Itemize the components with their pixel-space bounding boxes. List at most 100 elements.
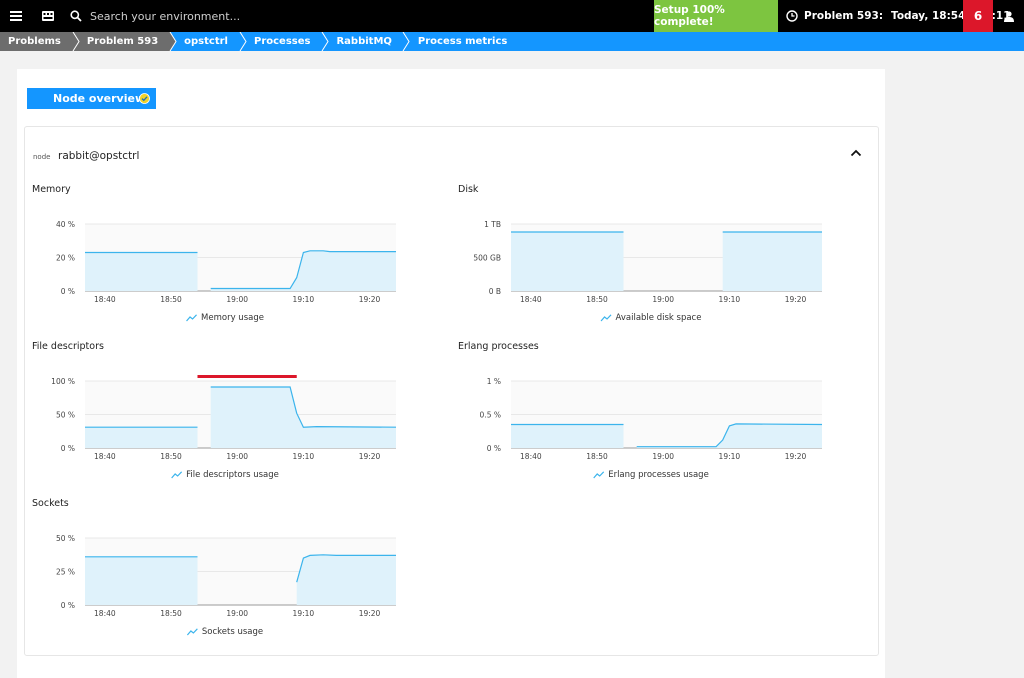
- x-tick-label: 19:10: [293, 452, 315, 461]
- x-tick-label: 19:10: [719, 452, 741, 461]
- legend-label: Erlang processes usage: [608, 470, 709, 480]
- series-area: [296, 554, 396, 605]
- x-tick-label: 19:10: [719, 295, 741, 304]
- x-tick-label: 18:50: [586, 452, 608, 461]
- series-area: [85, 427, 198, 448]
- y-tick-label: 25 %: [56, 568, 75, 577]
- y-tick-label: 20 %: [56, 254, 75, 263]
- y-tick-label: 0 %: [487, 444, 501, 453]
- x-tick-label: 19:00: [652, 295, 674, 304]
- erlang-processes-chart-title: Erlang processes: [458, 341, 539, 352]
- problem-range-marker: [197, 375, 297, 378]
- disk-legend[interactable]: Available disk space: [600, 313, 701, 323]
- breadcrumb-processes[interactable]: Processes: [239, 32, 323, 51]
- series-area: [511, 232, 624, 291]
- chevron-up-icon[interactable]: [850, 149, 862, 157]
- problem-count-badge[interactable]: 6: [963, 0, 993, 32]
- x-tick-label: 19:20: [785, 295, 807, 304]
- x-tick-label: 19:20: [359, 452, 381, 461]
- x-tick-label: 18:50: [160, 452, 182, 461]
- top-bar: Setup 100% complete! Problem 593: Today,…: [0, 0, 1024, 32]
- y-tick-label: 0.5 %: [480, 411, 501, 420]
- y-tick-label: 0 B: [489, 287, 501, 296]
- sockets-chart: 50 % 25 % 0 % 18:40 18:50 19:00 19:10 19:20: [56, 534, 396, 618]
- breadcrumb-rabbitmq[interactable]: RabbitMQ: [322, 32, 404, 51]
- memory-chart-title: Memory: [32, 184, 71, 195]
- line-chart-icon: [186, 628, 198, 636]
- y-tick-label: 40 %: [56, 220, 75, 229]
- legend-label: Sockets usage: [201, 627, 264, 637]
- breadcrumb-opstctrl[interactable]: opstctrl: [170, 32, 240, 51]
- legend-label: Memory usage: [201, 313, 264, 323]
- check-circle-icon: [139, 93, 150, 104]
- x-tick-label: 19:00: [226, 609, 248, 618]
- x-tick-label: 19:00: [226, 452, 248, 461]
- x-tick-label: 19:00: [652, 452, 674, 461]
- breadcrumb-problem-593[interactable]: Problem 593: [72, 32, 171, 51]
- dashboard-icon[interactable]: [32, 0, 64, 32]
- erlang-processes-legend[interactable]: Erlang processes usage: [593, 470, 709, 480]
- series-area: [85, 252, 198, 291]
- x-tick-label: 18:40: [94, 452, 116, 461]
- series-area: [511, 424, 624, 448]
- x-tick-label: 19:10: [293, 609, 315, 618]
- disk-chart: 1 TB 500 GB 0 B 18:40 18:50 19:00 19:10 19:20: [473, 220, 822, 304]
- y-tick-label: 1 TB: [484, 220, 501, 229]
- menu-icon[interactable]: [0, 0, 32, 32]
- node-overview-label: Node overview: [53, 92, 146, 105]
- breadcrumb: Problems Problem 593 opstctrl Processes …: [0, 32, 1024, 51]
- breadcrumb-label: Process metrics: [417, 36, 508, 47]
- node-label: node: [33, 153, 51, 161]
- search-box[interactable]: [70, 9, 650, 23]
- clock-icon: [786, 10, 798, 22]
- x-tick-label: 19:20: [359, 609, 381, 618]
- node-overview-button[interactable]: Node overview: [27, 88, 156, 109]
- x-tick-label: 18:50: [586, 295, 608, 304]
- legend-label: File descriptors usage: [186, 470, 279, 480]
- memory-chart: 40 % 20 % 0 % 18:40 18:50 19:00 19:10 19:20: [56, 220, 396, 304]
- breadcrumb-label: Processes: [253, 36, 311, 47]
- x-tick-label: 19:10: [293, 295, 315, 304]
- line-chart-icon: [171, 471, 183, 479]
- x-tick-label: 18:40: [94, 295, 116, 304]
- erlang-processes-chart: 1 % 0.5 % 0 % 18:40 18:50 19:00 19:10 19:20: [480, 377, 823, 461]
- x-tick-label: 18:50: [160, 609, 182, 618]
- breadcrumb-label: Problem 593: [86, 36, 159, 47]
- breadcrumb-process-metrics[interactable]: Process metrics: [403, 32, 520, 51]
- sockets-legend[interactable]: Sockets usage: [186, 627, 264, 637]
- setup-progress-button[interactable]: Setup 100% complete!: [654, 0, 778, 32]
- line-chart-icon: [186, 314, 197, 322]
- file-descriptors-chart: 100 % 50 % 0 % 18:40 18:50 19:00 19:10 19:20: [51, 375, 397, 461]
- x-tick-label: 19:20: [359, 295, 381, 304]
- node-card: node rabbit@opstctrl Memory 40 % 20 % 0 % 18…: [24, 126, 879, 656]
- line-chart-icon: [593, 471, 605, 479]
- node-name: rabbit@opstctrl: [58, 150, 140, 162]
- main-panel: Node overview node rabbit@opstctrl Memor…: [17, 69, 885, 678]
- y-tick-label: 500 GB: [473, 254, 501, 263]
- x-tick-label: 19:20: [785, 452, 807, 461]
- search-icon: [70, 10, 82, 22]
- memory-legend[interactable]: Memory usage: [186, 313, 264, 323]
- search-input[interactable]: [90, 9, 590, 23]
- x-tick-label: 18:40: [520, 452, 542, 461]
- file-descriptors-chart-title: File descriptors: [32, 341, 104, 352]
- problem-label: Problem 593:: [804, 10, 884, 22]
- x-tick-label: 18:40: [94, 609, 116, 618]
- y-tick-label: 1 %: [487, 377, 501, 386]
- y-tick-label: 0 %: [61, 287, 75, 296]
- y-tick-label: 50 %: [56, 534, 75, 543]
- breadcrumb-label: RabbitMQ: [336, 36, 392, 47]
- series-area: [722, 232, 822, 291]
- y-tick-label: 0 %: [61, 601, 75, 610]
- x-tick-label: 19:00: [226, 295, 248, 304]
- file-descriptors-legend[interactable]: File descriptors usage: [171, 470, 279, 480]
- user-icon[interactable]: [994, 0, 1024, 32]
- y-tick-label: 50 %: [56, 411, 75, 420]
- y-tick-label: 100 %: [51, 377, 75, 386]
- breadcrumb-problems[interactable]: Problems: [0, 32, 73, 51]
- disk-chart-title: Disk: [458, 184, 479, 195]
- breadcrumb-label: opstctrl: [184, 36, 228, 47]
- line-chart-icon: [600, 314, 612, 322]
- sockets-chart-title: Sockets: [32, 498, 69, 509]
- y-tick-label: 0 %: [61, 444, 75, 453]
